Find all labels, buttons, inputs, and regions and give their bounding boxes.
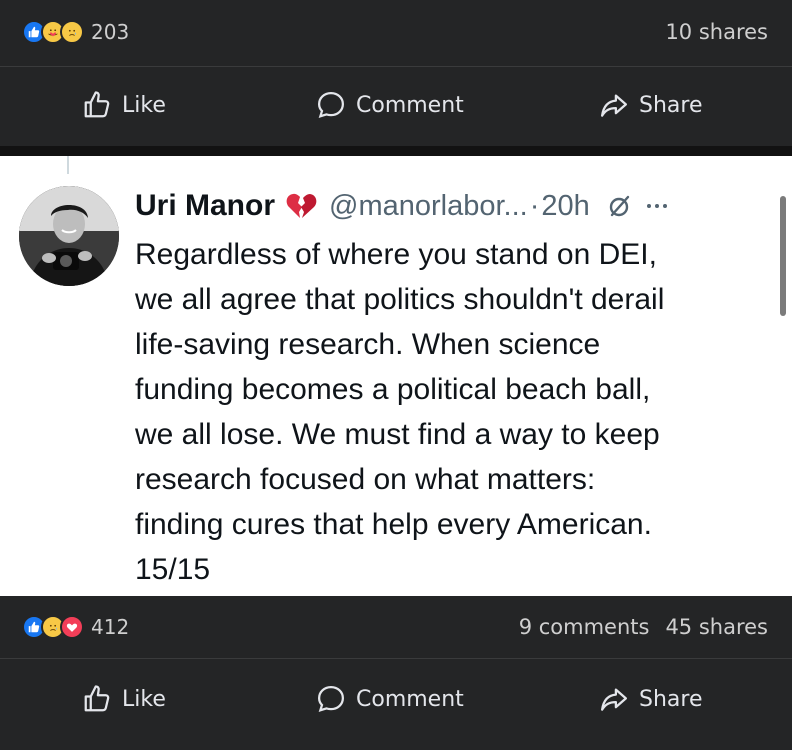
love-reaction-icon	[60, 615, 84, 639]
sad-reaction-icon	[60, 20, 84, 44]
more-options-icon[interactable]	[644, 193, 670, 219]
like-button[interactable]: Like	[82, 90, 166, 120]
author-handle[interactable]: @manorlabor...	[329, 190, 528, 223]
post-stats: 412 9 comments 45 shares	[22, 612, 768, 642]
scrollbar[interactable]	[780, 196, 786, 316]
share-label: Share	[639, 92, 703, 118]
section-separator	[0, 146, 792, 156]
avatar[interactable]	[19, 186, 119, 286]
share-label: Share	[639, 686, 703, 712]
like-label: Like	[122, 92, 166, 118]
post-actions: Like Comment Share	[0, 674, 792, 724]
reaction-count[interactable]: 203	[91, 20, 129, 44]
like-label: Like	[122, 686, 166, 712]
tweet-line: research focused on what matters:	[135, 463, 596, 496]
comments-count[interactable]: 9 comments	[519, 615, 650, 639]
tweet-header: Uri Manor @manorlabor... · 20h	[135, 186, 670, 226]
tweet-line: we all lose. We must find a way to keep	[135, 418, 660, 451]
tweet-time[interactable]: 20h	[541, 190, 589, 223]
top-post-actions: Like Comment Share	[0, 80, 792, 130]
comment-button[interactable]: Comment	[316, 90, 464, 120]
share-arrow-icon	[601, 94, 627, 117]
tweet-line: 15/15	[135, 553, 211, 586]
top-post-stats: 203 10 shares	[22, 17, 768, 47]
grok-icon[interactable]	[606, 193, 632, 219]
top-post-footer: 203 10 shares Like Comment Share	[0, 0, 792, 146]
comment-bubble-icon	[317, 91, 345, 118]
tweet-line: we all agree that politics shouldn't der…	[135, 283, 665, 316]
top-reactions[interactable]: 203	[22, 20, 129, 44]
shares-count[interactable]: 45 shares	[665, 615, 768, 639]
tweet-body: Regardless of where you stand on DEI, we…	[135, 232, 775, 592]
comment-button[interactable]: Comment	[316, 684, 464, 714]
comment-label: Comment	[356, 92, 464, 118]
share-arrow-icon	[601, 688, 627, 711]
author-name[interactable]: Uri Manor	[135, 189, 275, 223]
share-button[interactable]: Share	[599, 90, 703, 120]
thread-line	[67, 156, 69, 174]
post-footer: 412 9 comments 45 shares Like Comment Sh…	[0, 596, 792, 750]
divider	[0, 658, 792, 659]
comment-bubble-icon	[317, 685, 345, 712]
post-reactions[interactable]: 412	[22, 615, 129, 639]
thumbs-up-icon	[84, 91, 110, 118]
like-button[interactable]: Like	[82, 684, 166, 714]
dot-separator: ·	[529, 189, 540, 222]
share-button[interactable]: Share	[599, 684, 703, 714]
comment-label: Comment	[356, 686, 464, 712]
tweet-line: funding becomes a political beach ball,	[135, 373, 651, 406]
tweet-line: finding cures that help every American.	[135, 508, 652, 541]
thumbs-up-icon	[84, 685, 110, 712]
tweet-card: Uri Manor @manorlabor... · 20h Regardles…	[0, 156, 792, 596]
tweet-line: life-saving research. When science	[135, 328, 601, 361]
reaction-count[interactable]: 412	[91, 615, 129, 639]
broken-heart-icon	[286, 193, 317, 218]
shares-count[interactable]: 10 shares	[665, 20, 768, 44]
tweet-line: Regardless of where you stand on DEI,	[135, 238, 657, 271]
divider	[0, 66, 792, 67]
